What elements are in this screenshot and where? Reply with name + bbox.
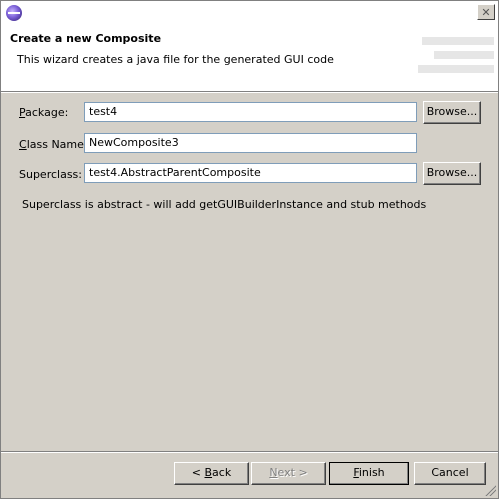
superclass-input[interactable]: test4.AbstractParentComposite [84, 163, 417, 183]
header-banner-graphic [418, 37, 494, 81]
info-message: Superclass is abstract - will add getGUI… [22, 198, 427, 211]
page-description: This wizard creates a java file for the … [17, 53, 334, 66]
header-bevel [1, 92, 498, 93]
next-button[interactable]: Next > [251, 462, 326, 485]
cancel-button[interactable]: Cancel [414, 462, 486, 485]
footer-separator [1, 451, 498, 453]
superclass-label: Superclass: [19, 168, 82, 181]
back-button[interactable]: < Back [174, 462, 249, 485]
title-bar: ✕ [1, 1, 498, 25]
package-browse-button[interactable]: Browse... [423, 101, 481, 124]
page-title: Create a new Composite [10, 32, 162, 45]
close-button[interactable]: ✕ [477, 4, 495, 20]
finish-button[interactable]: Finish [329, 462, 409, 485]
superclass-browse-button[interactable]: Browse... [423, 162, 481, 185]
close-icon: ✕ [481, 6, 491, 19]
wizard-header: Create a new Composite This wizard creat… [1, 25, 498, 92]
package-label: Package: [19, 106, 69, 119]
eclipse-icon [6, 5, 22, 21]
wizard-dialog: ✕ Create a new Composite This wizard cre… [0, 0, 499, 499]
classname-input[interactable]: NewComposite3 [84, 133, 417, 153]
package-input[interactable]: test4 [84, 102, 417, 122]
resize-grip-icon[interactable] [484, 484, 496, 496]
classname-label: Class Name: [19, 138, 88, 151]
